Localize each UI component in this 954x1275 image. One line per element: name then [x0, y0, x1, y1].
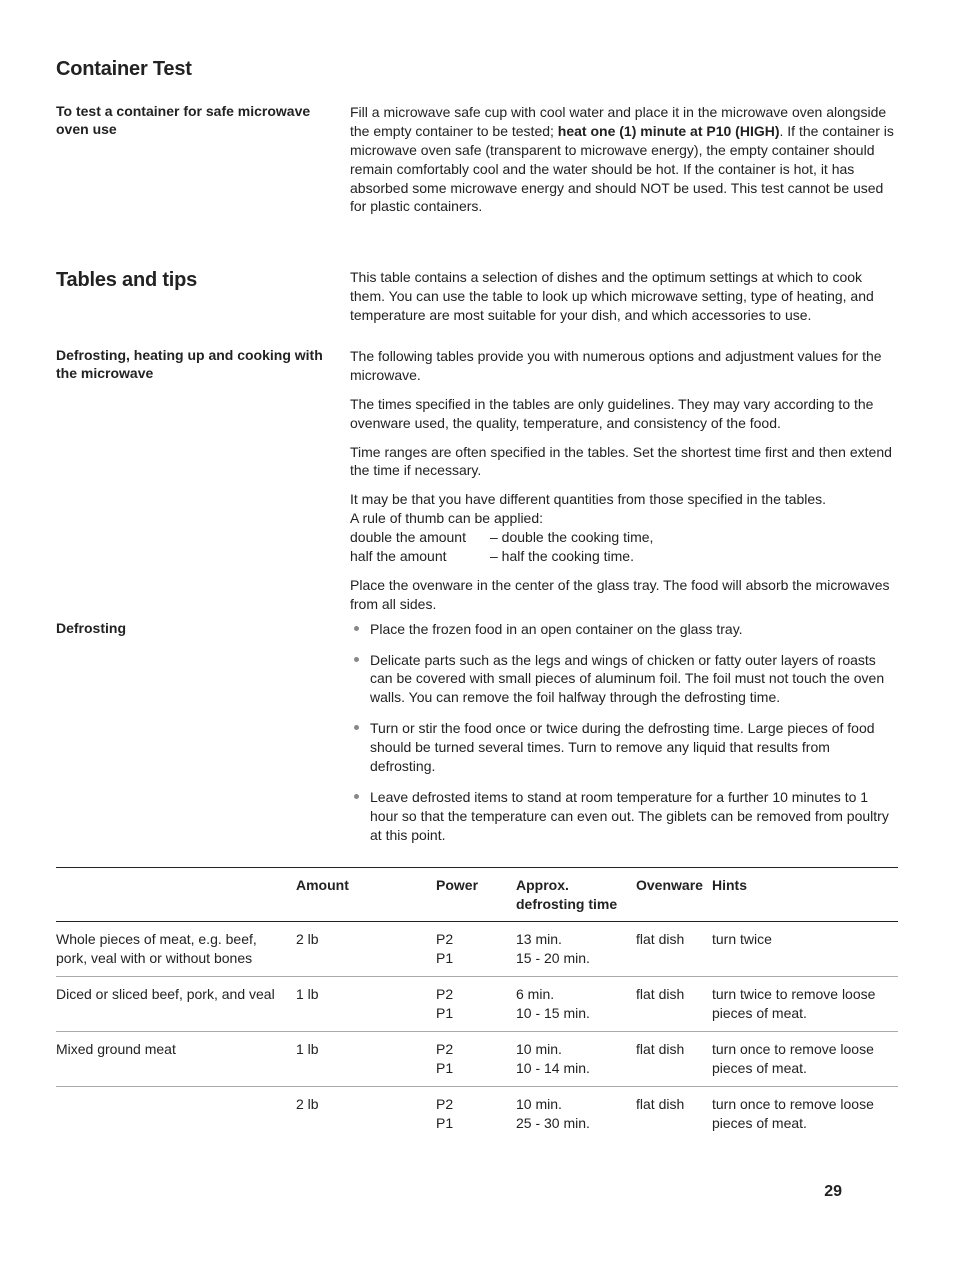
list-item: Place the frozen food in an open contain… [350, 620, 898, 639]
list-item: Delicate parts such as the legs and wing… [350, 651, 898, 708]
dhc-p5: Place the ovenware in the center of the … [350, 576, 898, 614]
table-row: Mixed ground meat1 lbP2 P110 min. 10 - 1… [56, 1031, 898, 1086]
td-power: P2 P1 [436, 922, 516, 977]
defrost-heat-cook-body: The following tables provide you with nu… [350, 347, 898, 614]
td-item: Whole pieces of meat, e.g. beef, pork, v… [56, 922, 296, 977]
tables-tips-intro: This table contains a selection of dishe… [350, 268, 898, 325]
td-time: 10 min. 10 - 14 min. [516, 1031, 636, 1086]
page-number: 29 [824, 1181, 842, 1203]
td-hints: turn once to remove loose pieces of meat… [712, 1086, 898, 1140]
table-row: Diced or sliced beef, pork, and veal1 lb… [56, 977, 898, 1032]
td-amount: 2 lb [296, 922, 436, 977]
rule2-right: – half the cooking time. [490, 548, 634, 564]
container-test-body: Fill a microwave safe cup with cool wate… [350, 103, 898, 216]
list-item: Leave defrosted items to stand at room t… [350, 788, 898, 845]
td-power: P2 P1 [436, 1031, 516, 1086]
td-amount: 2 lb [296, 1086, 436, 1140]
td-power: P2 P1 [436, 1086, 516, 1140]
section-title-tables-tips: Tables and tips [56, 268, 350, 292]
th-ovenware: Ovenware [636, 867, 712, 922]
defrosting-list: Place the frozen food in an open contain… [350, 620, 898, 845]
th-time: Approx. defrosting time [516, 867, 636, 922]
tables-tips-body: This table contains a selection of dishe… [350, 268, 898, 325]
list-item: Turn or stir the food once or twice duri… [350, 719, 898, 776]
td-item [56, 1086, 296, 1140]
table-row: Whole pieces of meat, e.g. beef, pork, v… [56, 922, 898, 977]
td-hints: turn twice to remove loose pieces of mea… [712, 977, 898, 1032]
th-hints: Hints [712, 867, 898, 922]
table-row: 2 lbP2 P110 min. 25 - 30 min.flat dishtu… [56, 1086, 898, 1140]
td-oven: flat dish [636, 1031, 712, 1086]
rule2-left: half the amount [350, 547, 490, 566]
td-time: 10 min. 25 - 30 min. [516, 1086, 636, 1140]
dhc-p4: It may be that you have different quanti… [350, 490, 898, 566]
defrost-table: Amount Power Approx. defrosting time Ove… [56, 867, 898, 1141]
container-test-bold: heat one (1) minute at P10 (HIGH) [558, 123, 780, 139]
dhc-p1: The following tables provide you with nu… [350, 347, 898, 385]
td-item: Mixed ground meat [56, 1031, 296, 1086]
defrost-heat-cook-row: Defrosting, heating up and cooking with … [56, 347, 898, 614]
th-amount: Amount [296, 867, 436, 922]
rule1-left: double the amount [350, 528, 490, 547]
td-oven: flat dish [636, 977, 712, 1032]
td-hints: turn once to remove loose pieces of meat… [712, 1031, 898, 1086]
defrost-heat-cook-left: Defrosting, heating up and cooking with … [56, 347, 350, 382]
dhc-p4b: A rule of thumb can be applied: [350, 510, 543, 526]
td-oven: flat dish [636, 922, 712, 977]
defrosting-row: Defrosting Place the frozen food in an o… [56, 620, 898, 845]
defrosting-left: Defrosting [56, 620, 350, 638]
container-test-left: To test a container for safe microwave o… [56, 103, 350, 138]
defrosting-body: Place the frozen food in an open contain… [350, 620, 898, 845]
tables-tips-row: Tables and tips This table contains a se… [56, 268, 898, 325]
td-oven: flat dish [636, 1086, 712, 1140]
dhc-p2: The times specified in the tables are on… [350, 395, 898, 433]
td-amount: 1 lb [296, 1031, 436, 1086]
th-power: Power [436, 867, 516, 922]
table-header-row: Amount Power Approx. defrosting time Ove… [56, 867, 898, 922]
rule1-right: – double the cooking time, [490, 529, 653, 545]
td-hints: turn twice [712, 922, 898, 977]
td-power: P2 P1 [436, 977, 516, 1032]
th-item [56, 867, 296, 922]
td-time: 13 min. 15 - 20 min. [516, 922, 636, 977]
container-test-row: To test a container for safe microwave o… [56, 103, 898, 216]
dhc-p4a: It may be that you have different quanti… [350, 491, 826, 507]
td-item: Diced or sliced beef, pork, and veal [56, 977, 296, 1032]
dhc-p3: Time ranges are often specified in the t… [350, 443, 898, 481]
section-title-container-test: Container Test [56, 56, 898, 83]
td-time: 6 min. 10 - 15 min. [516, 977, 636, 1032]
td-amount: 1 lb [296, 977, 436, 1032]
